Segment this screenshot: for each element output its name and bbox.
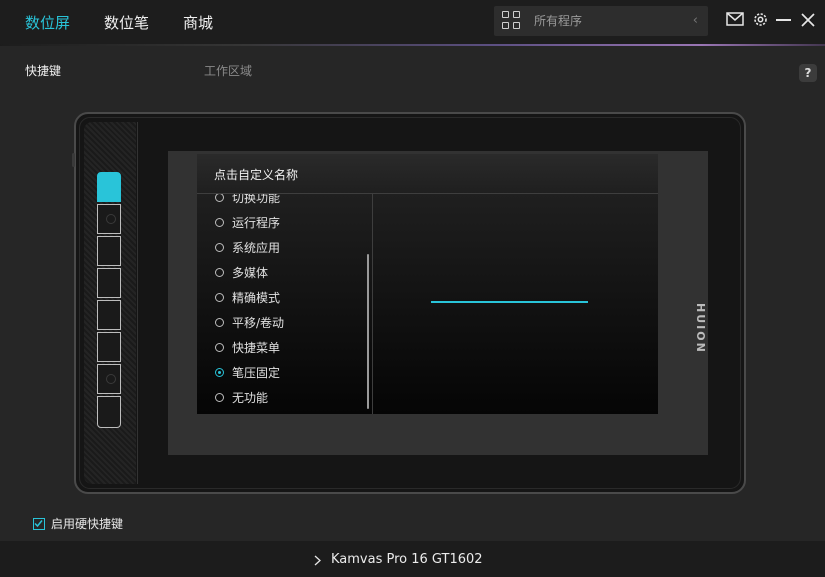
search-input[interactable] bbox=[534, 11, 674, 31]
hotkey-1[interactable] bbox=[97, 172, 121, 202]
radio-icon bbox=[215, 392, 224, 402]
function-list[interactable]: 切换功能 运行程序 系统应用 多媒体 精确模式 平移/卷动 快捷菜单 笔压固定 … bbox=[197, 194, 372, 414]
tab-store[interactable]: 商城 bbox=[183, 12, 213, 33]
option-pressure-lock[interactable]: 笔压固定 bbox=[215, 362, 280, 382]
pressure-indicator bbox=[431, 301, 588, 303]
radio-icon bbox=[215, 242, 224, 252]
program-search: ‹ bbox=[494, 6, 708, 36]
option-none[interactable]: 无功能 bbox=[215, 387, 268, 407]
brand-logo: HUION bbox=[694, 303, 707, 354]
option-system-app[interactable]: 系统应用 bbox=[215, 237, 280, 257]
radio-icon bbox=[215, 292, 224, 302]
footer-bar: Kamvas Pro 16 GT1602 bbox=[0, 541, 825, 577]
grid-icon[interactable] bbox=[502, 11, 522, 31]
check-icon bbox=[34, 519, 43, 527]
hotkey-3[interactable] bbox=[97, 236, 121, 266]
side-button bbox=[72, 153, 75, 167]
option-switch[interactable]: 切换功能 bbox=[215, 194, 280, 207]
list-scrollbar[interactable] bbox=[367, 254, 369, 409]
chevron-right-icon[interactable] bbox=[314, 555, 321, 566]
chevron-left-icon[interactable]: ‹ bbox=[693, 13, 698, 28]
tab-display[interactable]: 数位屏 bbox=[25, 12, 70, 33]
enable-hotkeys[interactable]: 启用硬快捷键 bbox=[33, 515, 123, 532]
tab-pen[interactable]: 数位笔 bbox=[104, 12, 149, 33]
gear-icon[interactable] bbox=[752, 11, 769, 28]
top-bar: 数位屏 数位笔 商城 ‹ bbox=[0, 0, 825, 46]
minimize-icon[interactable] bbox=[776, 19, 791, 22]
hotkey-8[interactable] bbox=[97, 396, 121, 428]
popup-title[interactable]: 点击自定义名称 bbox=[214, 166, 298, 183]
radio-icon bbox=[215, 194, 224, 202]
hotkey-6[interactable] bbox=[97, 332, 121, 362]
function-popup: 点击自定义名称 切换功能 运行程序 系统应用 多媒体 精确模式 平移/卷动 快捷… bbox=[197, 154, 658, 414]
radio-selected-icon bbox=[215, 367, 224, 377]
device-name[interactable]: Kamvas Pro 16 GT1602 bbox=[331, 552, 483, 567]
enable-hotkeys-label: 启用硬快捷键 bbox=[51, 517, 124, 531]
mail-icon[interactable] bbox=[726, 12, 744, 26]
option-pan-scroll[interactable]: 平移/卷动 bbox=[215, 312, 284, 332]
hotkey-5[interactable] bbox=[97, 300, 121, 330]
checkbox[interactable] bbox=[33, 517, 45, 530]
option-precision-mode[interactable]: 精确模式 bbox=[215, 287, 280, 307]
radio-icon bbox=[215, 267, 224, 277]
radio-icon bbox=[215, 217, 224, 227]
tab-work-area[interactable]: 工作区域 bbox=[204, 62, 252, 79]
radio-icon bbox=[215, 342, 224, 352]
radio-icon bbox=[215, 317, 224, 327]
option-shortcut-menu[interactable]: 快捷菜单 bbox=[215, 337, 280, 357]
help-icon[interactable]: ? bbox=[799, 64, 817, 82]
hotkey-7[interactable] bbox=[97, 364, 121, 394]
option-multimedia[interactable]: 多媒体 bbox=[215, 262, 268, 282]
header-divider bbox=[0, 44, 825, 46]
hotkey-2[interactable] bbox=[97, 204, 121, 234]
close-icon[interactable] bbox=[801, 13, 815, 27]
option-run-program[interactable]: 运行程序 bbox=[215, 212, 280, 232]
tab-hotkeys[interactable]: 快捷键 bbox=[25, 62, 61, 79]
hotkey-4[interactable] bbox=[97, 268, 121, 298]
